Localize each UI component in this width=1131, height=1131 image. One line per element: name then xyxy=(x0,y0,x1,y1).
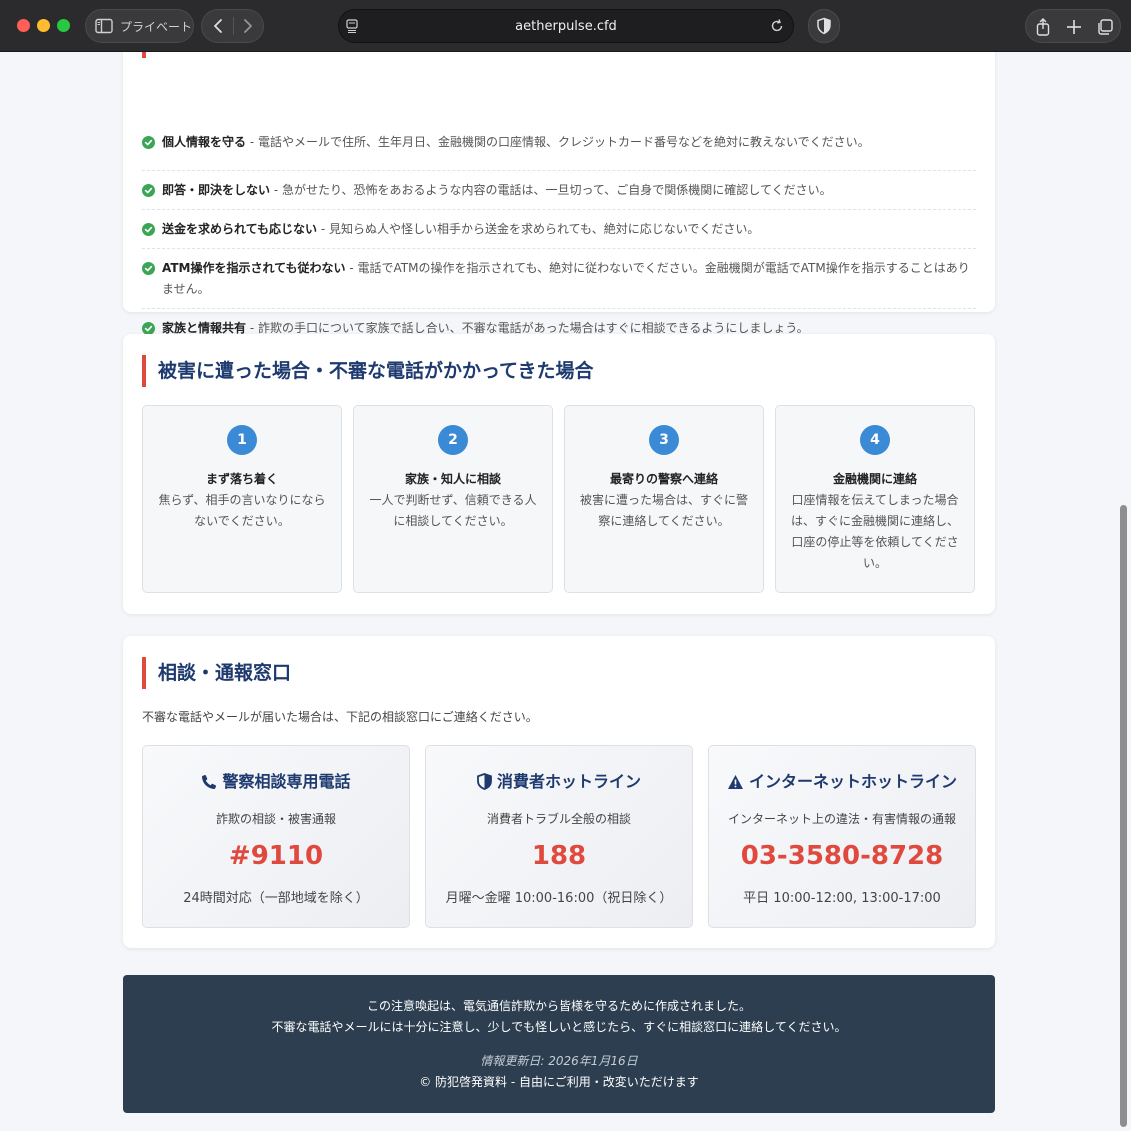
contact-title: 警察相談専用電話 xyxy=(222,772,351,791)
contact-box-police: 警察相談専用電話 詐欺の相談・被害通報 #9110 24時間対応（一部地域を除く… xyxy=(142,745,410,928)
step-number: 2 xyxy=(438,425,468,455)
close-window-button[interactable] xyxy=(17,19,30,32)
share-icon[interactable] xyxy=(1034,17,1052,41)
contact-hours: 24時間対応（一部地域を除く） xyxy=(183,891,369,906)
list-item: ATM操作を指示されても従わない - 電話でATMの操作を指示されても、絶対に従… xyxy=(142,249,976,309)
step-title: 最寄りの警察へ連絡 xyxy=(609,472,718,486)
contact-subtitle: 消費者トラブル全般の相談 xyxy=(486,812,631,826)
contact-title: 消費者ホットライン xyxy=(496,772,641,791)
shield-icon xyxy=(477,773,492,790)
contact-hours: 月曜〜金曜 10:00-16:00（祝日除く） xyxy=(445,891,673,906)
toolbar-actions xyxy=(1025,9,1121,43)
step-description: 口座情報を伝えてしまった場合は、すぐに金融機関に連絡し、口座の停止等を依頼してく… xyxy=(790,493,959,570)
contact-intro: 不審な電話やメールが届いた場合は、下記の相談窓口にご連絡ください。 xyxy=(142,710,538,724)
check-icon xyxy=(142,183,155,204)
url-text: aetherpulse.cfd xyxy=(515,19,617,34)
tab-overview-icon[interactable] xyxy=(1096,17,1114,41)
list-item: 送金を求められても応じない - 見知らぬ人や怪しい相手から送金を求められても、絶… xyxy=(142,210,976,249)
step-title: まず落ち着く xyxy=(205,472,278,486)
list-item: 個人情報を守る - 電話やメールで住所、生年月日、金融機関の口座情報、クレジット… xyxy=(142,132,976,171)
step-number: 3 xyxy=(649,425,679,455)
navigation-buttons xyxy=(201,9,264,43)
step-description: 一人で判断せず、信頼できる人に相談してください。 xyxy=(369,493,537,528)
browser-toolbar: プライベート aetherpulse.cfd xyxy=(0,0,1131,52)
footer-line-1: この注意喚起は、電気通信詐欺から皆様を守るために作成されました。 xyxy=(366,999,751,1013)
step-card: 3 最寄りの警察へ連絡 被害に遭った場合は、すぐに警察に連絡してください。 xyxy=(564,405,764,593)
step-description: 焦らず、相手の言いなりにならないでください。 xyxy=(158,493,326,528)
list-item: 即答・即決をしない - 急がせたり、恐怖をあおるような内容の電話は、一旦切って、… xyxy=(142,171,976,210)
contact-hours: 平日 10:00-12:00, 13:00-17:00 xyxy=(743,891,941,906)
check-icon xyxy=(142,135,155,156)
zoom-window-button[interactable] xyxy=(57,19,70,32)
contact-box-internet: インターネットホットライン インターネット上の違法・有害情報の通報 03-358… xyxy=(708,745,976,928)
forward-icon[interactable] xyxy=(238,16,256,40)
private-label: プライベート xyxy=(120,20,193,34)
tip-title: 家族と情報共有 xyxy=(162,321,247,335)
footer-line-2: 不審な電話やメールには十分に注意し、少しでも怪しいと感じたら、すぐに相談窓口に連… xyxy=(271,1020,847,1034)
private-tab-group-button[interactable]: プライベート xyxy=(85,9,194,43)
tip-title: 送金を求められても応じない xyxy=(162,222,318,236)
privacy-report-button[interactable] xyxy=(808,9,840,43)
step-number: 4 xyxy=(860,425,890,455)
section-title: 被害に遭った場合・不審な電話がかかってきた場合 xyxy=(142,355,593,387)
step-card: 4 金融機関に連絡 口座情報を伝えてしまった場合は、すぐに金融機関に連絡し、口座… xyxy=(775,405,975,593)
contact-number[interactable]: #9110 xyxy=(143,841,409,871)
back-icon[interactable] xyxy=(210,16,228,40)
contact-box-consumer: 消費者ホットライン 消費者トラブル全般の相談 188 月曜〜金曜 10:00-1… xyxy=(425,745,693,928)
step-title: 家族・知人に相談 xyxy=(404,472,501,486)
page-footer: この注意喚起は、電気通信詐欺から皆様を守るために作成されました。 不審な電話やメ… xyxy=(123,975,995,1113)
page-viewport: 個人情報を守る - 電話やメールで住所、生年月日、金融機関の口座情報、クレジット… xyxy=(0,52,1117,1131)
footer-updated: 情報更新日: 2026年1月16日 xyxy=(480,1054,638,1068)
scrollbar-thumb[interactable] xyxy=(1120,505,1127,1127)
tip-title: 個人情報を守る xyxy=(162,135,247,149)
tip-text: - 急がせたり、恐怖をあおるような内容の電話は、一旦切って、ご自身で関係機関に確… xyxy=(270,183,832,197)
check-icon xyxy=(142,261,155,282)
tip-text: - 電話やメールで住所、生年月日、金融機関の口座情報、クレジットカード番号などを… xyxy=(246,135,870,149)
phone-icon xyxy=(202,775,217,789)
step-card: 1 まず落ち着く 焦らず、相手の言いなりにならないでください。 xyxy=(142,405,342,593)
contact-subtitle: インターネット上の違法・有害情報の通報 xyxy=(727,812,956,826)
tip-title: 即答・即決をしない xyxy=(162,183,271,197)
tip-text: - 詐欺の手口について家族で話し合い、不審な電話があった場合はすぐに相談できるよ… xyxy=(246,321,809,335)
step-card: 2 家族・知人に相談 一人で判断せず、信頼できる人に相談してください。 xyxy=(353,405,553,593)
check-icon xyxy=(142,222,155,243)
minimize-window-button[interactable] xyxy=(37,19,50,32)
warning-icon xyxy=(727,775,743,789)
prevention-card: 個人情報を守る - 電話やメールで住所、生年月日、金融機関の口座情報、クレジット… xyxy=(123,52,995,335)
contact-number[interactable]: 03-3580-8728 xyxy=(709,841,975,871)
step-description: 被害に遭った場合は、すぐに警察に連絡してください。 xyxy=(579,493,748,528)
section-title: 相談・通報窓口 xyxy=(142,657,291,689)
step-number: 1 xyxy=(227,425,257,455)
tip-title: ATM操作を指示されても従わない xyxy=(162,261,346,275)
contact-title: インターネットホットライン xyxy=(748,772,957,791)
contact-card: 相談・通報窓口 不審な電話やメールが届いた場合は、下記の相談窓口にご連絡ください… xyxy=(123,636,995,948)
contact-number[interactable]: 188 xyxy=(426,841,692,871)
sidebar-icon xyxy=(95,18,113,38)
reload-icon[interactable] xyxy=(769,18,785,38)
contact-subtitle: 詐欺の相談・被害通報 xyxy=(215,812,336,826)
tip-text: - 見知らぬ人や怪しい相手から送金を求められても、絶対に応じないでください。 xyxy=(317,222,760,236)
damage-response-card: 被害に遭った場合・不審な電話がかかってきた場合 1 まず落ち着く 焦らず、相手の… xyxy=(123,334,995,614)
address-bar[interactable]: aetherpulse.cfd xyxy=(338,9,794,43)
privacy-shield-icon xyxy=(817,17,831,35)
new-tab-icon[interactable] xyxy=(1065,17,1083,41)
footer-copyright: © 防犯啓発資料 - 自由にご利用・改変いただけます xyxy=(419,1075,699,1089)
step-title: 金融機関に連絡 xyxy=(832,472,917,486)
